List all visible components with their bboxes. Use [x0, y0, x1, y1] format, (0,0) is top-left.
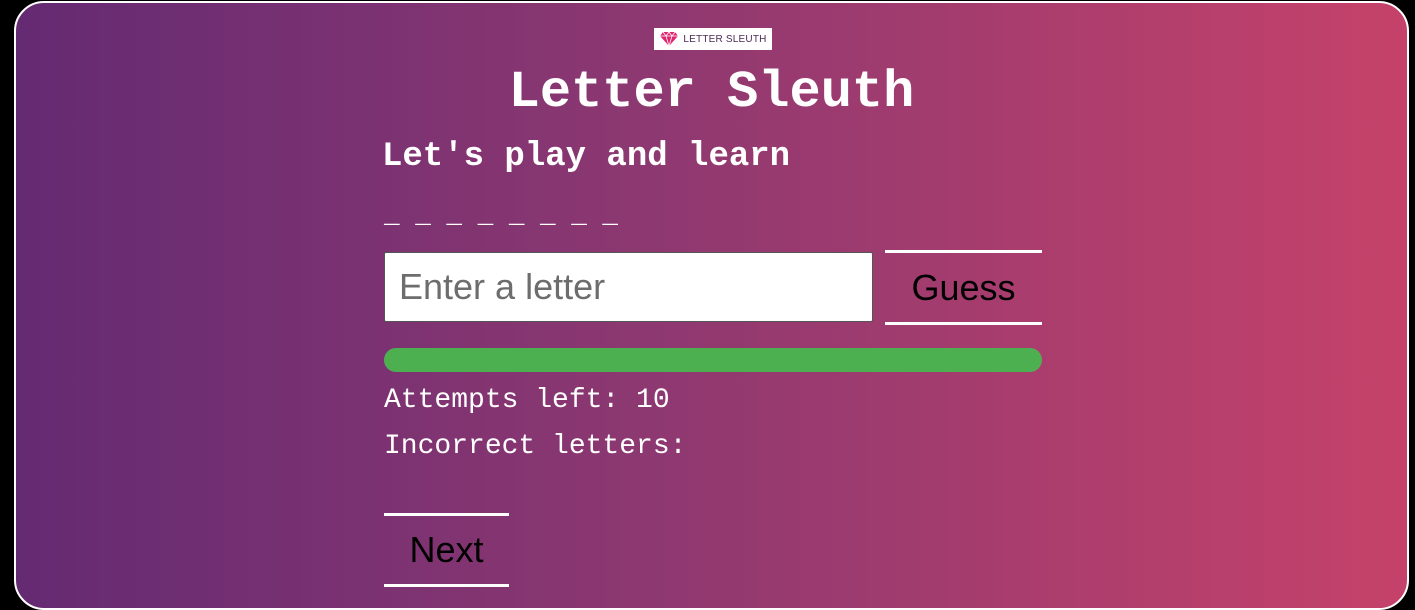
page-title: Letter Sleuth: [508, 63, 915, 122]
game-container: LETTER SLEUTH Letter Sleuth Let's play a…: [14, 1, 1409, 610]
attempts-progress-bar: [384, 348, 1042, 372]
page-subtitle: Let's play and learn: [382, 138, 791, 176]
letter-input[interactable]: [384, 252, 873, 322]
incorrect-letters: Incorrect letters:: [384, 431, 687, 462]
hidden-word: _ _ _ _ _ _ _ _: [384, 200, 619, 230]
attempts-progress-fill: [384, 348, 1042, 372]
logo: LETTER SLEUTH: [654, 28, 772, 50]
attempts-left: Attempts left: 10: [384, 385, 670, 416]
logo-text: LETTER SLEUTH: [683, 33, 767, 45]
gem-icon: [660, 31, 679, 47]
guess-button[interactable]: Guess: [885, 250, 1042, 325]
next-button[interactable]: Next: [384, 513, 509, 587]
